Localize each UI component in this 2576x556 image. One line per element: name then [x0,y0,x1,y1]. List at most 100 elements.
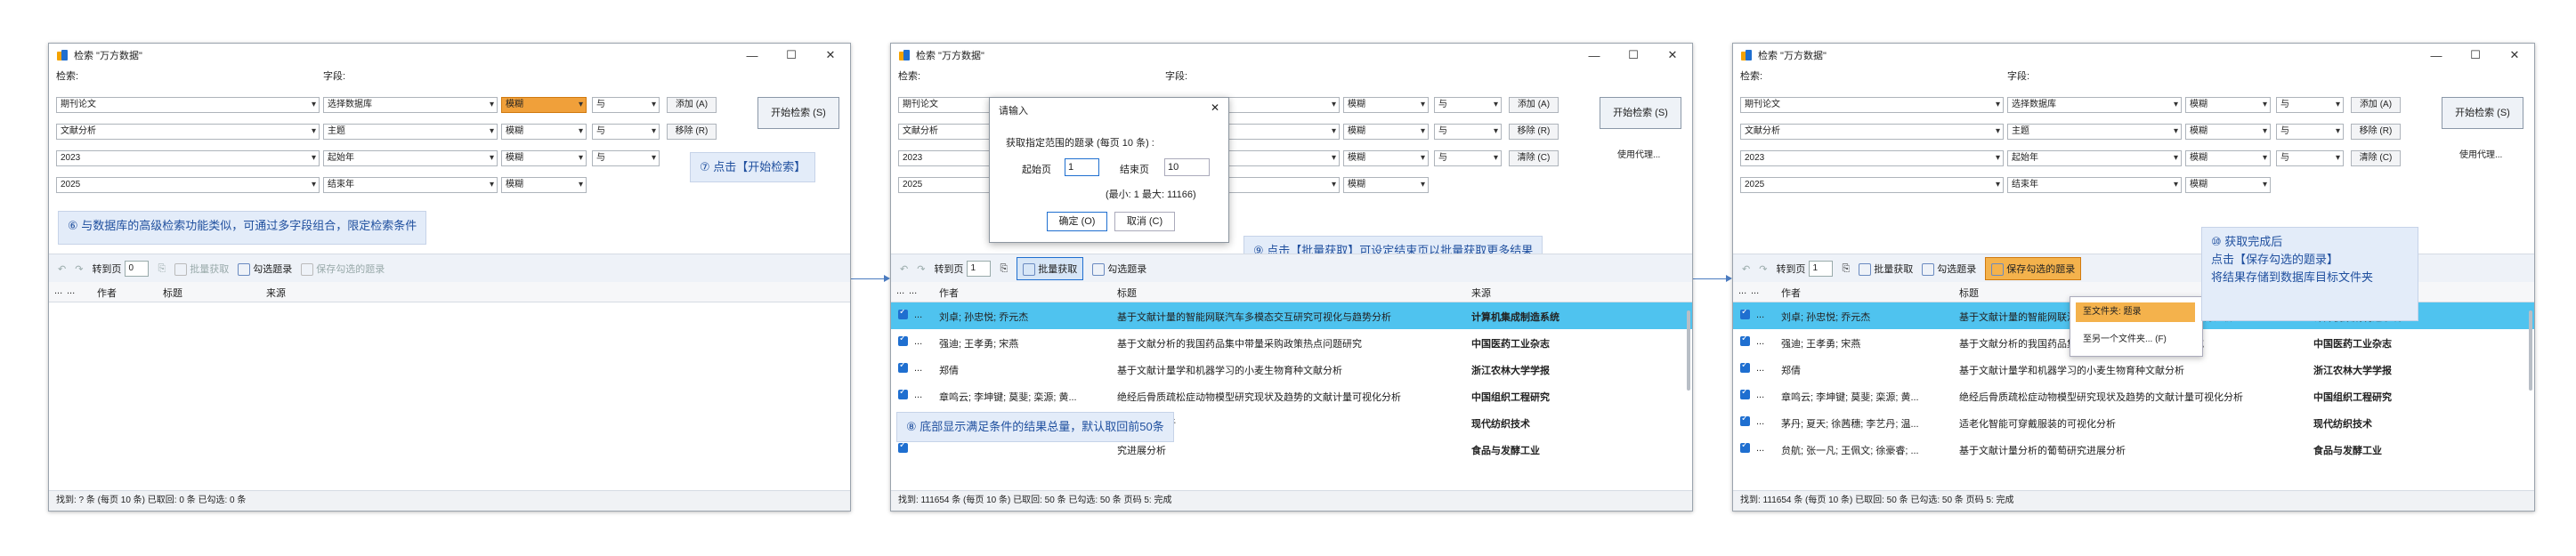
forward-icon[interactable]: ↷ [1759,263,1767,275]
save-to-folder-item[interactable]: 至文件夹: 题录 [2076,302,2195,322]
dialog-ok-button[interactable]: 确定 (O) [1047,212,1107,231]
check-records-button[interactable]: 勾选题录 [1092,262,1146,277]
grid-scrollbar[interactable] [2529,310,2532,391]
col-title[interactable]: 标题 [1117,286,1137,300]
row-checkbox[interactable] [898,390,908,399]
batch-fetch-button[interactable]: 批量获取 [1859,262,1913,277]
back-icon[interactable]: ↶ [1742,263,1750,275]
row-checkbox[interactable] [1740,336,1750,346]
save-checked-button[interactable]: 保存勾选的题录 [301,262,385,277]
goto-icon[interactable]: ⎘ [1000,263,1008,275]
start-search-button[interactable]: 开始检索 (S) [757,97,839,129]
match-select-2[interactable]: 模糊 [2185,124,2271,140]
batch-fetch-button[interactable]: 批量获取 [174,262,229,277]
match-select-2[interactable]: 模糊 [501,124,587,140]
page-input[interactable]: 1 [967,261,992,277]
match-select-4[interactable]: 模糊 [501,177,587,193]
row-checkbox[interactable] [898,363,908,373]
minimize-button[interactable]: — [733,49,772,62]
col-dots[interactable]: ... [896,286,904,296]
start-search-button[interactable]: 开始检索 (S) [2442,97,2523,129]
row-checkbox[interactable] [1740,443,1750,453]
close-button[interactable]: ✕ [2495,48,2534,62]
start-search-button[interactable]: 开始检索 (S) [1600,97,1681,129]
col-dots[interactable]: ... [1751,286,1759,296]
minimize-button[interactable]: — [1575,49,1614,62]
check-records-button[interactable]: 勾选题录 [1922,262,1976,277]
field-select-1[interactable]: 选择数据库 [323,97,498,113]
clear-button[interactable]: 清除 (C) [2351,150,2401,166]
logic-select-3[interactable]: 与 [2276,150,2344,166]
search-term-2[interactable]: 文献分析 [56,124,320,140]
col-author[interactable]: 作者 [939,286,959,300]
row-checkbox[interactable] [1740,310,1750,319]
logic-select-2[interactable]: 与 [592,124,660,140]
row-checkbox[interactable] [898,443,908,453]
match-select-3[interactable]: 模糊 [501,150,587,166]
table-row[interactable]: ... 郑倩 基于文献计量学和机器学习的小麦生物育种文献分析 浙江农林大学学报 [1733,356,2534,383]
logic-select-2[interactable]: 与 [2276,124,2344,140]
match-select-1[interactable]: 模糊 [1343,97,1429,113]
field-select-3[interactable]: 起始年 [2007,150,2182,166]
table-row[interactable]: ... 章鸣云; 李坤键; 莫斐; 栾源; 黄... 绝经后骨质疏松症动物模型研… [891,383,1692,409]
field-select-4[interactable]: 结束年 [323,177,498,193]
goto-icon[interactable]: ⎘ [158,263,166,275]
col-author[interactable]: 作者 [97,286,117,300]
add-button[interactable]: 添加 (A) [2351,97,2401,113]
add-button[interactable]: 添加 (A) [667,97,717,113]
table-row[interactable]: ... 贠航; 张一凡; 王佩文; 徐豪睿; ... 基于文献计量分析的葡萄研究… [1733,436,2534,463]
col-dots[interactable]: ... [54,286,62,296]
logic-select-2[interactable]: 与 [1434,124,1502,140]
field-select-2[interactable]: 主题 [323,124,498,140]
remove-button[interactable]: 移除 (R) [667,124,717,140]
dialog-close-icon[interactable]: ✕ [1211,101,1219,114]
search-term-3[interactable]: 2023 [1740,150,2004,166]
table-row[interactable]: ... 章鸣云; 李坤键; 莫斐; 栾源; 黄... 绝经后骨质疏松症动物模型研… [1733,383,2534,409]
row-checkbox[interactable] [1740,416,1750,426]
table-row[interactable]: ... 郑倩 基于文献计量学和机器学习的小麦生物育种文献分析 浙江农林大学学报 [891,356,1692,383]
col-dots[interactable]: ... [67,286,75,296]
search-term-3[interactable]: 2023 [56,150,320,166]
page-input[interactable]: 0 [125,261,150,277]
goto-icon[interactable]: ⎘ [1842,263,1850,275]
match-select-1[interactable]: 模糊 [501,97,587,113]
remove-button[interactable]: 移除 (R) [1509,124,1559,140]
add-button[interactable]: 添加 (A) [1509,97,1559,113]
col-title[interactable]: 标题 [163,286,182,300]
save-checked-button[interactable]: 保存勾选的题录 [1985,256,2082,281]
close-button[interactable]: ✕ [1653,48,1692,62]
use-proxy-link[interactable]: 使用代理... [2459,147,2502,160]
logic-select-1[interactable]: 与 [592,97,660,113]
col-source[interactable]: 来源 [1471,286,1491,300]
end-page-input[interactable]: 10 [1164,158,1210,176]
col-source[interactable]: 来源 [266,286,286,300]
search-term-1[interactable]: 期刊论文 [56,97,320,113]
batch-fetch-button[interactable]: 批量获取 [1017,256,1084,281]
match-select-2[interactable]: 模糊 [1343,124,1429,140]
forward-icon[interactable]: ↷ [75,263,83,275]
maximize-button[interactable]: ☐ [1614,48,1653,62]
match-select-4[interactable]: 模糊 [2185,177,2271,193]
field-select-4[interactable]: 结束年 [2007,177,2182,193]
logic-select-3[interactable]: 与 [592,150,660,166]
grid-scrollbar[interactable] [1687,310,1690,391]
col-dots[interactable]: ... [909,286,917,296]
search-term-4[interactable]: 2025 [1740,177,2004,193]
field-select-2[interactable]: 主题 [2007,124,2182,140]
close-button[interactable]: ✕ [811,48,850,62]
row-checkbox[interactable] [898,310,908,319]
col-dots[interactable]: ... [1738,286,1746,296]
back-icon[interactable]: ↶ [900,263,908,275]
field-select-3[interactable]: 起始年 [323,150,498,166]
match-select-3[interactable]: 模糊 [2185,150,2271,166]
search-term-4[interactable]: 2025 [56,177,320,193]
back-icon[interactable]: ↶ [58,263,66,275]
match-select-4[interactable]: 模糊 [1343,177,1429,193]
table-row[interactable]: ... 茅丹; 夏天; 徐茜穗; 李艺丹; 温... 适老化智能可穿戴服装的可视… [1733,409,2534,436]
save-to-other-item[interactable]: 至另一个文件夹... (F) [2076,331,2167,349]
col-title[interactable]: 标题 [1959,286,1979,300]
forward-icon[interactable]: ↷ [917,263,925,275]
col-author[interactable]: 作者 [1781,286,1801,300]
row-checkbox[interactable] [898,336,908,346]
minimize-button[interactable]: — [2417,49,2456,62]
